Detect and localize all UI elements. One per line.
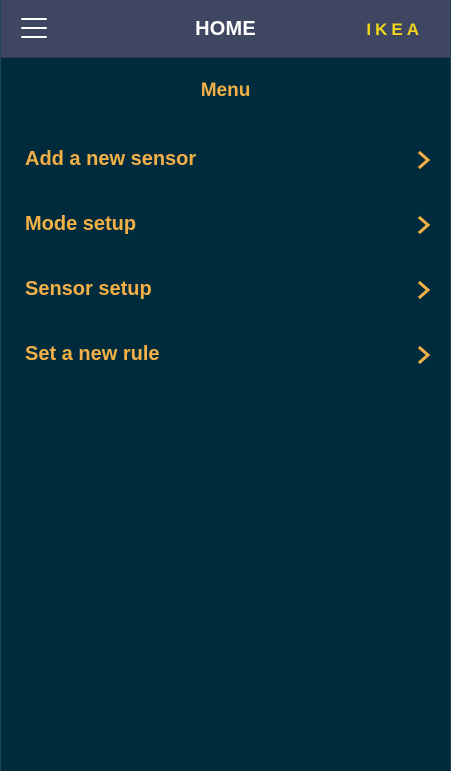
menu-heading: Menu — [200, 80, 251, 101]
menu-item-label: Mode setup — [25, 213, 137, 235]
menu-item-add-new-sensor[interactable]: Add a new sensor — [1, 127, 450, 192]
chevron-right-icon — [417, 150, 431, 169]
menu-item-label: Set a new rule — [25, 343, 160, 365]
app-screen: HOME IKEA Menu Add a new sensor Mode set… — [0, 0, 451, 771]
menu-item-mode-setup[interactable]: Mode setup — [1, 192, 450, 257]
chevron-right-icon — [417, 215, 431, 234]
menu-item-sensor-setup[interactable]: Sensor setup — [1, 257, 450, 322]
ikea-logo: IKEA — [366, 20, 423, 39]
menu-item-set-new-rule[interactable]: Set a new rule — [1, 322, 450, 387]
menu-item-label: Sensor setup — [25, 278, 152, 300]
menu-item-label: Add a new sensor — [25, 148, 197, 170]
chevron-right-icon — [417, 280, 431, 299]
top-bar: HOME IKEA — [1, 0, 450, 58]
menu-list: Add a new sensor Mode setup Sensor setup… — [1, 127, 450, 387]
chevron-right-icon — [417, 345, 431, 364]
